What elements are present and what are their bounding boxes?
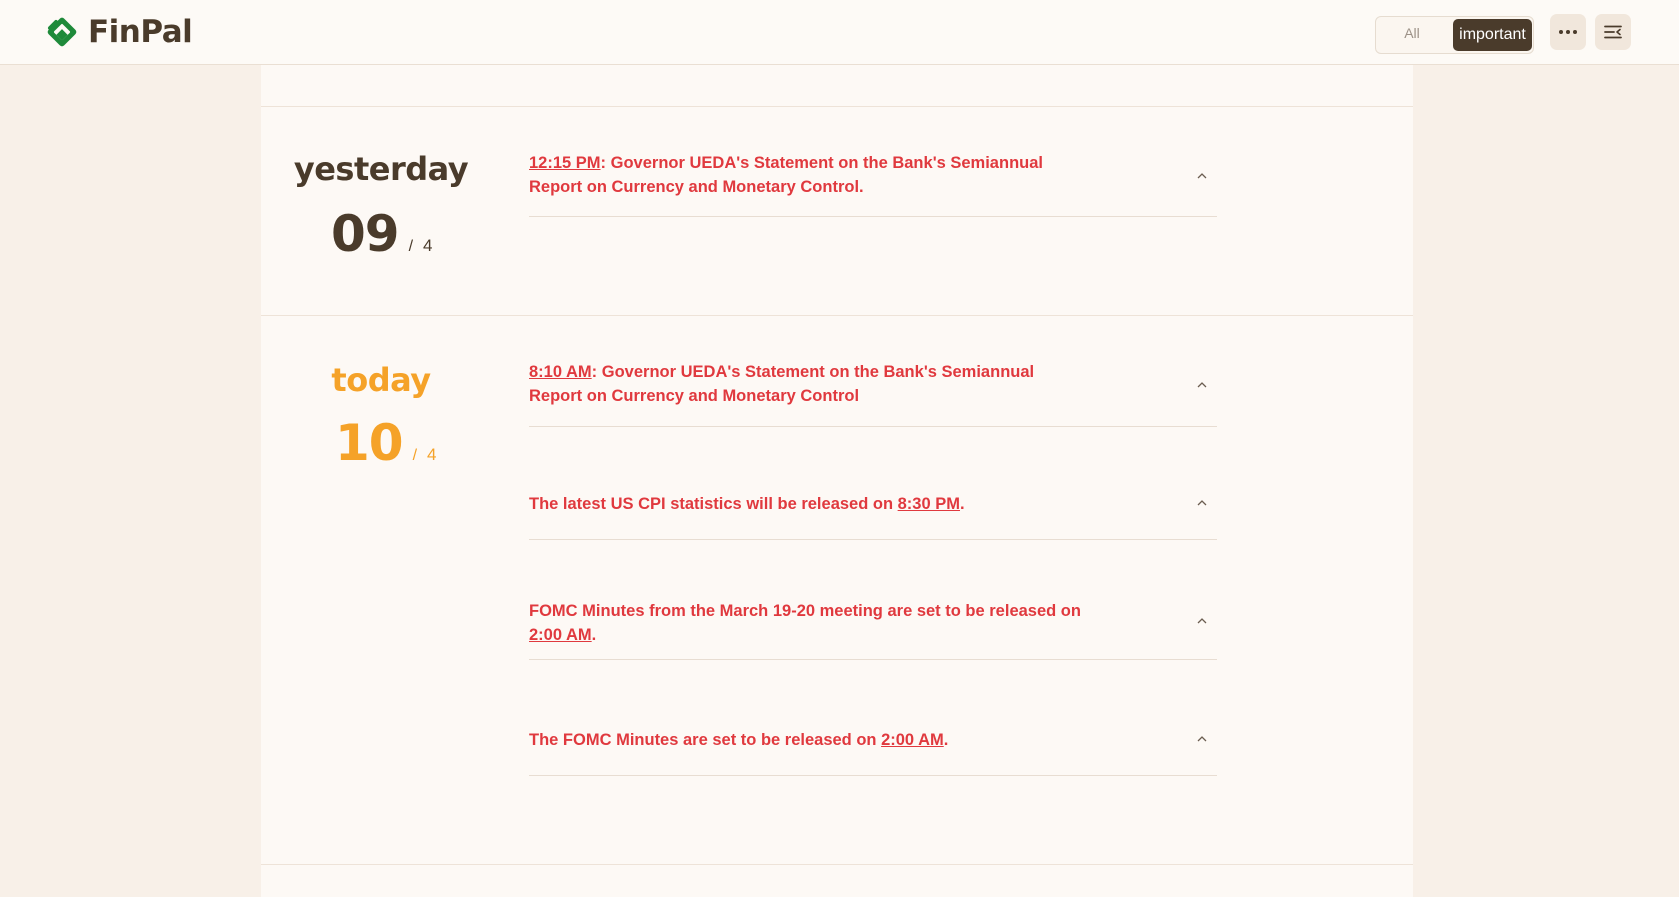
event-text-after: . [943,731,949,749]
chevron-up-icon[interactable] [1195,171,1209,181]
event-time-link[interactable]: 2:00 AM [529,626,592,644]
event-time-link[interactable]: 2:00 AM [881,731,944,749]
date-today: 10 / 4 [335,414,437,472]
date-month: 4 [423,236,433,255]
filter-all-tab[interactable]: All [1394,25,1430,41]
chevron-up-icon[interactable] [1195,734,1209,744]
event-text: The latest US CPI statistics will be rel… [529,492,1089,516]
event-text: 8:10 AM: Governor UEDA's Statement on th… [529,360,1089,408]
filter-important-tab[interactable]: important [1453,19,1532,51]
chevron-up-icon[interactable] [1195,498,1209,508]
event-time-link[interactable]: 8:10 AM [529,363,592,381]
day-label-today: today [331,361,431,399]
finpal-logo-icon [47,17,77,47]
event-text-after: : Governor UEDA's Statement on the Bank'… [529,154,1043,196]
divider [261,864,1413,865]
more-horizontal-icon [1559,30,1577,34]
menu-collapse-icon [1604,25,1622,39]
event-item[interactable]: FOMC Minutes from the March 19-20 meetin… [529,592,1217,660]
importance-filter: All important [1375,16,1534,54]
top-bar: FinPal All important [0,0,1679,65]
event-text-after: . [591,626,597,644]
more-options-button[interactable] [1550,14,1586,50]
event-text-after: : Governor UEDA's Statement on the Bank'… [529,363,1035,405]
event-text-before: FOMC Minutes from the March 19-20 meetin… [529,602,1081,620]
event-item[interactable]: 8:10 AM: Governor UEDA's Statement on th… [529,351,1217,427]
date-yesterday: 09 / 4 [331,205,433,263]
date-day: 10 [335,414,404,472]
event-text: FOMC Minutes from the March 19-20 meetin… [529,599,1089,647]
date-day: 09 [331,205,400,263]
chevron-up-icon[interactable] [1195,616,1209,626]
event-text: The FOMC Minutes are set to be released … [529,728,1089,752]
event-item[interactable]: 12:15 PM: Governor UEDA's Statement on t… [529,142,1217,217]
event-item[interactable]: The latest US CPI statistics will be rel… [529,480,1217,540]
timeline-panel: yesterday 09 / 4 12:15 PM: Governor UEDA… [261,65,1413,897]
date-separator: / [408,238,414,255]
day-label-yesterday: yesterday [293,150,469,188]
event-text-after: . [959,495,965,513]
event-time-link[interactable]: 12:15 PM [529,154,601,172]
event-text-before: The FOMC Minutes are set to be released … [529,731,882,749]
brand-name: FinPal [88,14,193,50]
date-separator: / [412,447,418,464]
brand-logo[interactable]: FinPal [42,14,193,50]
divider [261,315,1413,316]
event-text: 12:15 PM: Governor UEDA's Statement on t… [529,151,1089,199]
menu-toggle-button[interactable] [1595,14,1631,50]
divider [261,106,1413,107]
event-item[interactable]: The FOMC Minutes are set to be released … [529,715,1217,776]
chevron-up-icon[interactable] [1195,380,1209,390]
event-text-before: The latest US CPI statistics will be rel… [529,495,898,513]
date-month: 4 [427,445,437,464]
event-time-link[interactable]: 8:30 PM [898,495,960,513]
